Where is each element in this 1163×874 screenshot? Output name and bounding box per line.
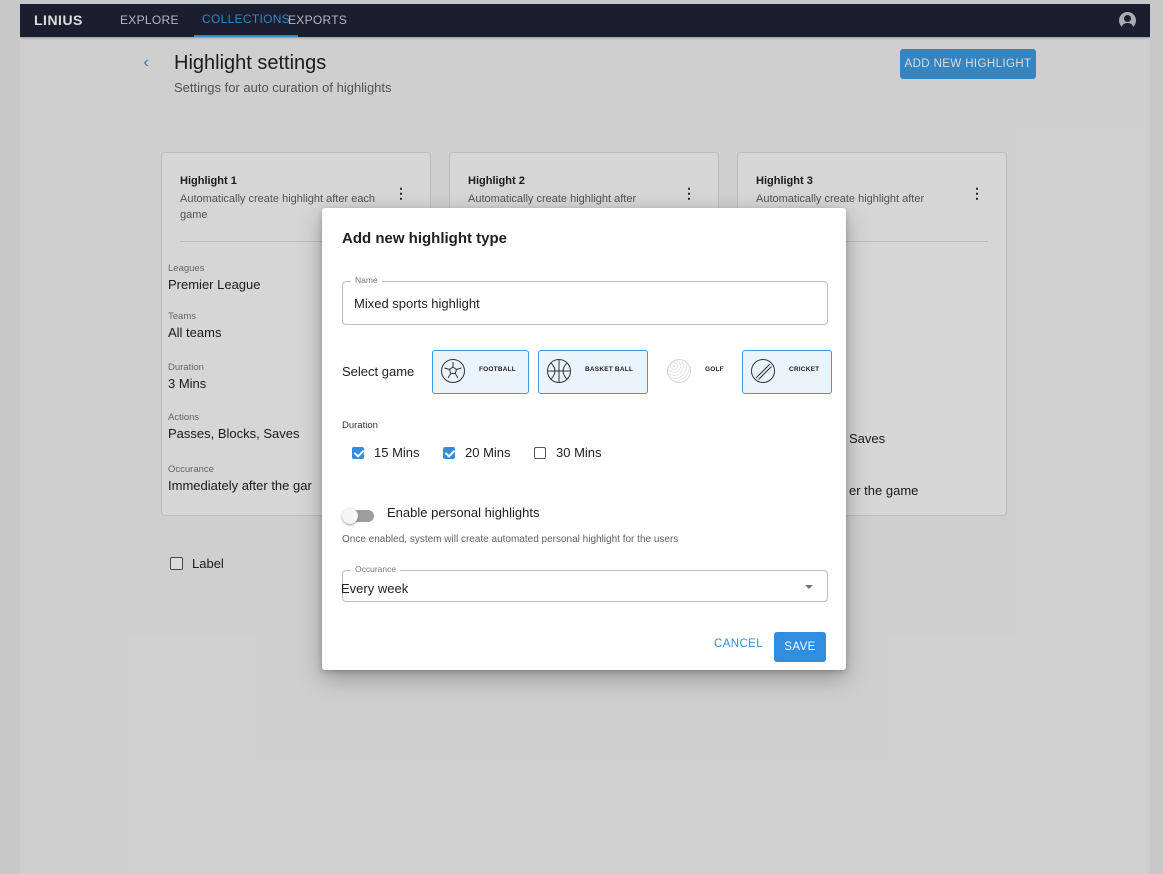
toggle-help-text: Once enabled, system will create automat… [342, 534, 679, 545]
basketball-icon [547, 359, 571, 383]
app-frame: LINIUS EXPLORE COLLECTIONS EXPORTS ‹ Hig… [20, 4, 1150, 874]
select-game-label: Select game [342, 364, 415, 379]
personal-highlights-toggle[interactable] [342, 508, 374, 524]
checkbox-icon [534, 447, 546, 459]
game-label: CRICKET [789, 366, 820, 373]
duration-option-20[interactable]: 20 Mins [443, 445, 511, 460]
toggle-label: Enable personal highlights [387, 505, 540, 520]
game-label: FOOTBALL [479, 366, 516, 373]
checkbox-checked-icon [352, 447, 364, 459]
dialog-title: Add new highlight type [342, 230, 507, 247]
checkbox-checked-icon [443, 447, 455, 459]
save-button[interactable]: SAVE [774, 632, 826, 662]
game-option-football[interactable]: FOOTBALL [432, 350, 529, 394]
game-label: BASKET BALL [585, 366, 634, 373]
name-field[interactable]: Name Mixed sports highlight [342, 275, 828, 325]
game-option-basketball[interactable]: BASKET BALL [538, 350, 648, 394]
dropdown-caret-icon [805, 585, 813, 589]
occurance-label: Occurance [351, 564, 401, 574]
duration-option-15[interactable]: 15 Mins [352, 445, 420, 460]
name-input[interactable]: Mixed sports highlight [354, 296, 480, 311]
golf-ball-icon [667, 359, 691, 383]
game-label: GOLF [705, 366, 724, 373]
name-field-label: Name [351, 275, 382, 285]
occurance-select[interactable]: Occurance Every week [341, 564, 828, 602]
football-icon [441, 359, 465, 383]
cricket-ball-icon [751, 359, 775, 383]
game-option-cricket[interactable]: CRICKET [742, 350, 832, 394]
game-option-golf[interactable]: GOLF [658, 350, 732, 394]
add-highlight-dialog: Add new highlight type Name Mixed sports… [322, 208, 846, 670]
occurance-value: Every week [341, 581, 409, 596]
cancel-button[interactable]: CANCEL [714, 638, 763, 650]
duration-option-30[interactable]: 30 Mins [534, 445, 602, 460]
duration-label: Duration [342, 420, 378, 431]
